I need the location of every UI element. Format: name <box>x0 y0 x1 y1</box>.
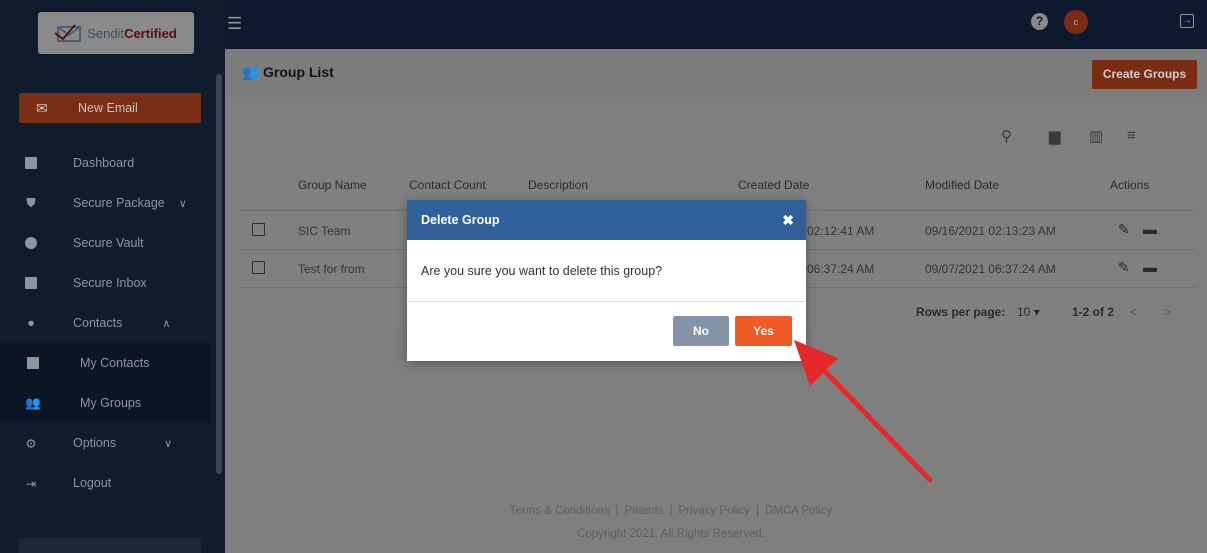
next-page-icon[interactable]: > <box>1164 305 1171 319</box>
page-title: Group List <box>263 64 334 80</box>
print-icon[interactable]: ▆ <box>1049 127 1061 145</box>
edit-icon[interactable]: ✎ <box>1118 221 1130 238</box>
column-header: Actions <box>1110 178 1150 192</box>
created-date-cell: 02:12:41 AM <box>807 224 875 238</box>
inbox-icon <box>24 276 38 290</box>
envelope-logo-icon <box>55 24 82 42</box>
new-email-button[interactable]: ✉ New Email <box>19 93 201 123</box>
delete-group-dialog: Delete Group ✖ Are you sure you want to … <box>407 200 806 361</box>
cloud-icon <box>24 236 38 250</box>
sidebar-item-logout[interactable]: ⇥ Logout <box>0 463 210 503</box>
prev-page-icon[interactable]: < <box>1130 305 1137 319</box>
column-header[interactable]: Created Date <box>738 178 809 192</box>
dialog-message: Are you sure you want to delete this gro… <box>407 240 806 302</box>
person-icon: ● <box>27 316 35 330</box>
gear-icon: ⚙ <box>25 436 37 451</box>
chevron-up-icon: ∧ <box>162 317 171 330</box>
logo-text: SenditCertified <box>87 25 177 41</box>
dialog-title: Delete Group <box>421 213 500 227</box>
modified-date-cell: 09/07/2021 06:37:24 AM <box>925 262 1056 276</box>
help-icon[interactable]: ? <box>1031 13 1048 30</box>
group-icon: 👥 <box>25 395 41 410</box>
avatar[interactable]: c <box>1064 10 1088 34</box>
modified-date-cell: 09/16/2021 02:13:23 AM <box>925 224 1056 238</box>
footer-links: Terms & Conditions | Patents | Privacy Polic… <box>509 505 833 517</box>
column-header[interactable]: Group Name <box>298 178 367 192</box>
dialog-footer: No Yes <box>407 302 806 361</box>
sidebar-item-label: Secure Vault <box>73 236 144 250</box>
group-name-cell: SIC Team <box>298 224 351 238</box>
created-date-cell: 06:37:24 AM <box>807 262 875 276</box>
new-email-label: New Email <box>78 101 138 115</box>
dashboard-icon <box>24 156 38 170</box>
sidebar-item-options[interactable]: ⚙ Options ∨ <box>0 423 210 463</box>
row-checkbox[interactable] <box>252 223 265 236</box>
create-groups-button[interactable]: Create Groups <box>1092 60 1197 89</box>
annotation-arrow-icon <box>794 340 933 483</box>
close-icon[interactable]: ✖ <box>782 212 794 229</box>
sidebar-item-contacts[interactable]: ● Contacts ∧ <box>0 303 210 343</box>
sidebar-item-my-groups[interactable]: 👥 My Groups <box>0 383 210 423</box>
chevron-down-icon: ∨ <box>164 437 173 450</box>
dialog-header: Delete Group ✖ <box>407 200 806 240</box>
sidebar-item-secure-inbox[interactable]: Secure Inbox <box>0 263 210 303</box>
sidebar-item-secure-vault[interactable]: Secure Vault <box>0 223 210 263</box>
sidebar-item-label: Logout <box>73 476 112 490</box>
view-columns-icon[interactable]: ▥ <box>1089 127 1103 145</box>
rows-per-page-select[interactable]: 10 ▾ <box>1017 305 1040 319</box>
sidebar-item-label: Dashboard <box>73 156 135 170</box>
edit-icon[interactable]: ✎ <box>1118 259 1130 276</box>
column-header[interactable]: Modified Date <box>925 178 999 192</box>
chevron-down-icon: ∨ <box>178 197 187 210</box>
footer-link-terms[interactable]: Terms & Conditions <box>510 505 610 517</box>
sidebar-item-my-contacts[interactable]: My Contacts <box>0 343 210 383</box>
footer-link-dmca[interactable]: DMCA Policy <box>765 505 832 517</box>
sidebar: SenditCertified ✉ New Email Dashboard ⛊ … <box>0 0 225 553</box>
filter-icon[interactable]: ≡ <box>1127 127 1136 144</box>
page-header: 👥 Group List Create Groups <box>225 49 1207 97</box>
footer-link-patents[interactable]: Patents <box>625 505 664 517</box>
group-name-cell: Test for from <box>298 262 365 276</box>
trash-icon[interactable]: ▬ <box>1143 259 1157 275</box>
copyright: Copyright 2021. All Rights Reserved. <box>577 528 765 540</box>
column-header[interactable]: Description <box>528 178 588 192</box>
sidebar-item-label: Secure Inbox <box>73 276 147 290</box>
sidebar-item-label: Secure Package <box>73 196 165 210</box>
row-checkbox[interactable] <box>252 261 265 274</box>
logo[interactable]: SenditCertified <box>38 12 194 54</box>
sidebar-bottom-panel <box>19 538 201 553</box>
sidebar-item-label: Contacts <box>73 316 123 330</box>
shield-icon: ⛊ <box>26 195 36 210</box>
top-bar: ☰ ? c → <box>225 0 1207 49</box>
sidebar-item-label: My Contacts <box>80 356 150 370</box>
exit-icon[interactable]: → <box>1180 14 1194 28</box>
no-button[interactable]: No <box>673 316 729 346</box>
search-icon[interactable]: ⚲ <box>1001 127 1012 145</box>
sidebar-item-label: My Groups <box>80 396 142 410</box>
rows-per-page-label: Rows per page: <box>916 305 1006 319</box>
sidebar-item-secure-package[interactable]: ⛊ Secure Package ∨ <box>0 183 210 223</box>
hamburger-menu-icon[interactable]: ☰ <box>227 14 242 34</box>
trash-icon[interactable]: ▬ <box>1143 221 1157 237</box>
sidebar-scrollbar[interactable] <box>216 74 222 474</box>
mail-icon: ✉ <box>36 99 48 116</box>
page-range: 1-2 of 2 <box>1072 305 1115 319</box>
sidebar-item-dashboard[interactable]: Dashboard <box>0 143 210 183</box>
sidebar-item-label: Options <box>73 436 117 450</box>
column-header[interactable]: Contact Count <box>409 178 486 192</box>
logout-icon: ⇥ <box>25 476 37 491</box>
contact-card-icon <box>26 356 40 370</box>
group-icon: 👥 <box>242 64 260 80</box>
footer-link-privacy[interactable]: Privacy Policy <box>679 505 751 517</box>
